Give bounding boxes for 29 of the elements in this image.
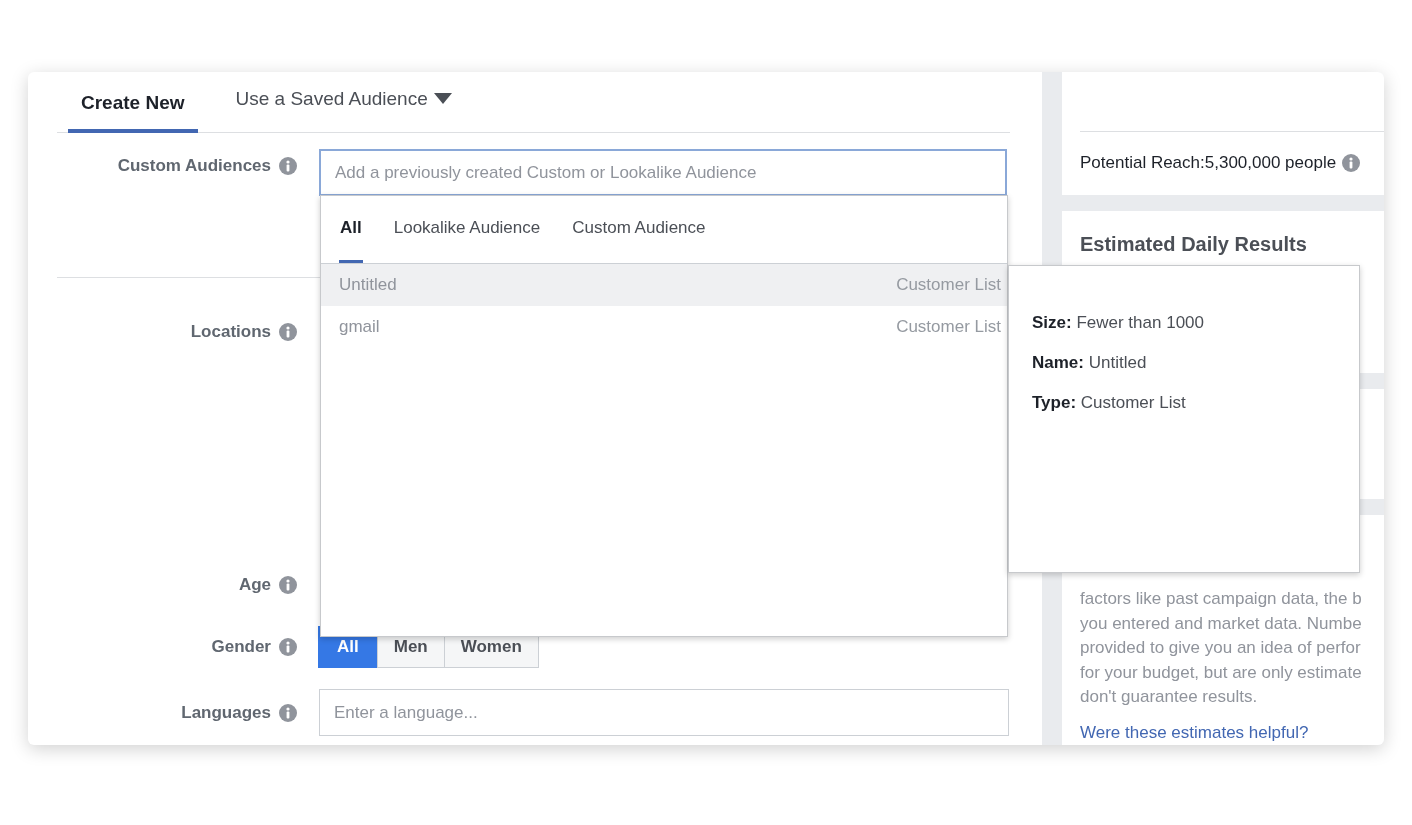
field-label: Custom Audiences	[117, 156, 271, 176]
audience-search-field[interactable]: Add a previously created Custom or Lookalike Audience	[319, 149, 1007, 196]
potential-reach: Potential Reach:5,300,000 people	[1080, 153, 1337, 173]
saved-audience-dropdown[interactable]: Use a Saved Audience	[235, 72, 452, 133]
tooltip-row-text: Type: Customer List	[1032, 392, 1187, 414]
info-icon[interactable]	[279, 157, 297, 175]
feedback-link[interactable]: Were these estimates helpful?	[1080, 722, 1309, 743]
card-title: Estimated Daily Results	[1080, 233, 1308, 256]
filter-tab[interactable]: Custom Audience	[571, 196, 707, 263]
audience-type: Customer List	[896, 317, 1001, 337]
audience-tab[interactable]: Create New	[68, 72, 198, 133]
caret-icon	[433, 93, 452, 104]
disclaimer-text: factors like past campaign data, the b you entered and market data. Numbe provided to give you an idea of perfor for your budget, but are only estimate don't guarantee results.	[1080, 588, 1363, 708]
info-icon[interactable]	[1342, 154, 1361, 172]
field-label: Languages	[181, 702, 271, 723]
info-icon[interactable]	[279, 703, 297, 722]
field-label: Age	[238, 575, 271, 595]
tooltip-row-text: Size: Fewer than 1000	[1032, 312, 1205, 334]
tooltip-row-text: Name: Untitled	[1032, 352, 1148, 374]
audience-type: Customer List	[896, 275, 1001, 295]
language-field[interactable]: Enter a language...	[319, 689, 1009, 736]
filter-tab[interactable]: Lookalike Audience	[392, 196, 542, 263]
field-label: Gender	[211, 637, 271, 657]
field-label: Locations	[190, 322, 271, 342]
audience-name: gmail	[339, 317, 380, 337]
info-icon[interactable]	[279, 323, 297, 341]
info-icon[interactable]	[279, 576, 297, 594]
audience-name: Untitled	[339, 275, 397, 295]
info-icon[interactable]	[279, 638, 297, 656]
